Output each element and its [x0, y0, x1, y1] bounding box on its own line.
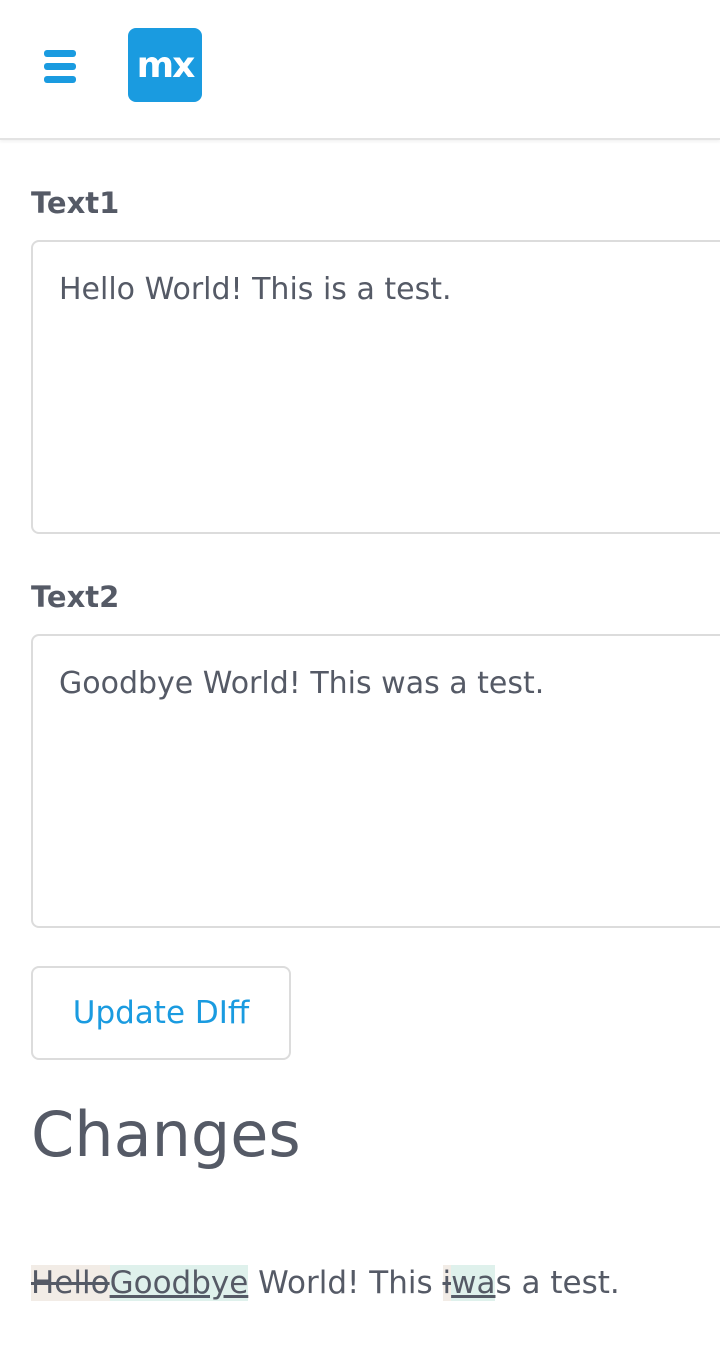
- hamburger-menu-icon[interactable]: [44, 50, 76, 84]
- top-navigation-bar: mx: [0, 0, 720, 140]
- diff-equal-segment: s a test.: [495, 1265, 620, 1301]
- diff-output: HelloGoodbye World! This iwas a test.: [31, 1258, 620, 1308]
- text2-label: Text2: [31, 580, 120, 614]
- text2-textarea[interactable]: Goodbye World! This was a test.: [31, 634, 720, 928]
- diff-deleted-segment: i: [442, 1265, 452, 1301]
- update-diff-button[interactable]: Update DIff: [31, 966, 291, 1060]
- diff-deleted-segment: Hello: [31, 1265, 110, 1301]
- mendix-logo[interactable]: mx: [128, 28, 202, 102]
- diff-equal-segment: World! This: [248, 1265, 443, 1301]
- text1-textarea[interactable]: Hello World! This is a test.: [31, 240, 720, 534]
- text1-label: Text1: [31, 186, 120, 220]
- diff-inserted-segment: Goodbye: [109, 1265, 249, 1301]
- diff-inserted-segment: wa: [451, 1265, 496, 1301]
- changes-heading: Changes: [31, 1098, 301, 1171]
